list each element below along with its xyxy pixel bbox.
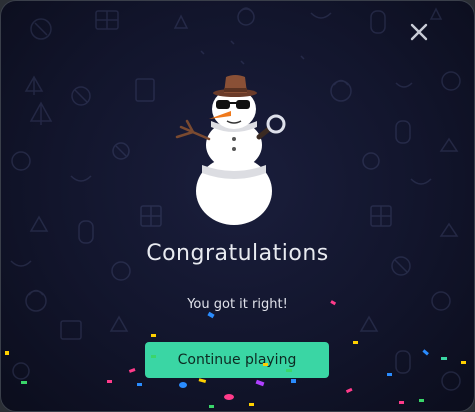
snowman-illustration: [175, 75, 286, 225]
continue-playing-button[interactable]: Continue playing: [145, 342, 329, 378]
dialog-title: Congratulations: [146, 241, 329, 266]
close-button[interactable]: [408, 21, 430, 43]
close-icon: [410, 23, 428, 41]
congratulations-dialog: Congratulations You got it right! Contin…: [0, 0, 475, 412]
dialog-message: You got it right!: [187, 297, 288, 312]
